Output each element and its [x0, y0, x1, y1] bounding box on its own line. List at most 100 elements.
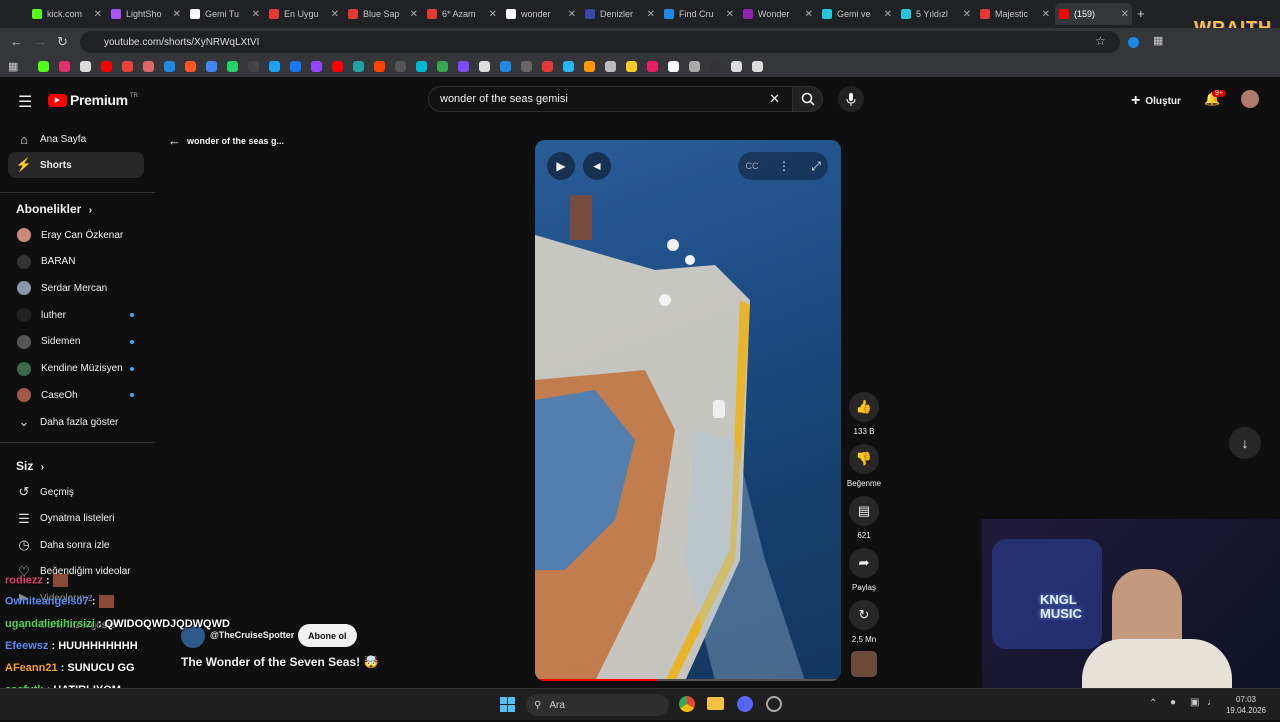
- sidebar-subscription-item[interactable]: CaseOh: [8, 382, 144, 408]
- tab-close-icon[interactable]: ✕: [489, 9, 497, 20]
- channel-name[interactable]: @TheCruiseSpotter: [210, 630, 294, 640]
- next-short-button[interactable]: ↓: [1229, 427, 1261, 459]
- bookmark-favicon-icon[interactable]: [647, 61, 658, 72]
- bookmark-favicon-icon[interactable]: [185, 61, 196, 72]
- bookmark-favicon-icon[interactable]: [479, 61, 490, 72]
- bookmark-favicon-icon[interactable]: [584, 61, 595, 72]
- bookmark-favicon-icon[interactable]: [521, 61, 532, 72]
- back-arrow-icon[interactable]: ←: [10, 34, 23, 49]
- subscriptions-header[interactable]: Abonelikler ›: [16, 202, 92, 216]
- browser-tab[interactable]: kick.com ✕: [28, 3, 105, 25]
- microphone-icon[interactable]: ●: [1170, 697, 1176, 708]
- address-bar[interactable]: youtube.com/shorts/XyNRWqLXtVI: [80, 31, 1120, 53]
- taskbar-search[interactable]: ⚲ Ara: [526, 694, 669, 716]
- bookmark-favicon-icon[interactable]: [38, 61, 49, 72]
- bookmark-favicon-icon[interactable]: [122, 61, 133, 72]
- bookmark-favicon-icon[interactable]: [437, 61, 448, 72]
- shorts-video-player[interactable]: ▶ ◄ CC ⋮ ⤢: [535, 140, 841, 681]
- browser-tab[interactable]: En Uygu ✕: [265, 3, 342, 25]
- app-icon[interactable]: [766, 696, 782, 712]
- comments-button[interactable]: ▤ 621: [849, 496, 879, 540]
- voice-search-button[interactable]: [838, 86, 864, 112]
- bookmark-favicon-icon[interactable]: [59, 61, 70, 72]
- chrome-icon[interactable]: [679, 696, 695, 712]
- browser-tab[interactable]: (159) ✕: [1055, 3, 1132, 25]
- tab-close-icon[interactable]: ✕: [1121, 9, 1129, 20]
- sidebar-subscription-item[interactable]: Kendine Müzisyen: [8, 356, 144, 382]
- bookmark-favicon-icon[interactable]: [668, 61, 679, 72]
- network-icon[interactable]: ▣: [1190, 697, 1199, 708]
- fullscreen-icon[interactable]: ⤢: [802, 152, 830, 180]
- progress-track[interactable]: [535, 679, 841, 681]
- puzzle-icon[interactable]: ▦: [1153, 34, 1163, 47]
- bookmark-favicon-icon[interactable]: [500, 61, 511, 72]
- bookmark-favicon-icon[interactable]: [143, 61, 154, 72]
- bookmark-favicon-icon[interactable]: [248, 61, 259, 72]
- like-button[interactable]: 👍 133 B: [849, 392, 879, 436]
- windows-start-icon[interactable]: [500, 697, 515, 712]
- star-icon[interactable]: ☆: [1095, 34, 1106, 48]
- sidebar-subscription-item[interactable]: Sidemen: [8, 329, 144, 355]
- browser-tab[interactable]: Wonder ✕: [739, 3, 816, 25]
- dislike-button[interactable]: 👎 Beğenme: [847, 444, 881, 488]
- file-explorer-icon[interactable]: [707, 697, 724, 710]
- bookmark-favicon-icon[interactable]: [290, 61, 301, 72]
- subscribe-button[interactable]: Abone ol: [298, 624, 357, 647]
- discord-icon[interactable]: [737, 696, 753, 712]
- avatar[interactable]: [1241, 90, 1259, 108]
- tab-close-icon[interactable]: ✕: [94, 9, 102, 20]
- play-button[interactable]: ▶: [547, 152, 575, 180]
- sidebar-subscription-item[interactable]: Serdar Mercan: [8, 275, 144, 301]
- browser-tab[interactable]: 5 Yıldızl ✕: [897, 3, 974, 25]
- tab-close-icon[interactable]: ✕: [331, 9, 339, 20]
- bookmark-favicon-icon[interactable]: [752, 61, 763, 72]
- sidebar-subscription-item[interactable]: luther: [8, 302, 144, 328]
- tab-close-icon[interactable]: ✕: [568, 9, 576, 20]
- bookmark-favicon-icon[interactable]: [416, 61, 427, 72]
- bookmark-favicon-icon[interactable]: [689, 61, 700, 72]
- tab-close-icon[interactable]: ✕: [1042, 9, 1050, 20]
- browser-tab[interactable]: 6* Azam ✕: [423, 3, 500, 25]
- search-input[interactable]: wonder of the seas gemisi ✕: [428, 86, 793, 112]
- bookmark-favicon-icon[interactable]: [311, 61, 322, 72]
- sidebar-item-home[interactable]: ⌂ Ana Sayfa: [8, 126, 144, 152]
- bookmark-favicon-icon[interactable]: [101, 61, 112, 72]
- share-button[interactable]: ➦ Paylaş: [849, 548, 879, 592]
- clear-search-icon[interactable]: ✕: [769, 91, 780, 107]
- remix-button[interactable]: ↻ 2,5 Mn: [849, 600, 879, 644]
- you-header[interactable]: Siz ›: [16, 459, 44, 473]
- browser-tab[interactable]: Blue Sap ✕: [344, 3, 421, 25]
- bookmark-favicon-icon[interactable]: [353, 61, 364, 72]
- tab-close-icon[interactable]: ✕: [963, 9, 971, 20]
- bookmark-favicon-icon[interactable]: [458, 61, 469, 72]
- browser-tab[interactable]: Denizler ✕: [581, 3, 658, 25]
- bookmark-favicon-icon[interactable]: [563, 61, 574, 72]
- sidebar-subscription-item[interactable]: BARAN: [8, 249, 144, 275]
- more-options-icon[interactable]: ⋮: [770, 152, 798, 180]
- tab-close-icon[interactable]: ✕: [173, 9, 181, 20]
- bookmark-favicon-icon[interactable]: [626, 61, 637, 72]
- bookmark-favicon-icon[interactable]: [374, 61, 385, 72]
- sound-thumbnail[interactable]: [851, 651, 877, 677]
- search-button[interactable]: [793, 86, 823, 112]
- browser-tab[interactable]: LightSho ✕: [107, 3, 184, 25]
- volume-button[interactable]: ◄: [583, 152, 611, 180]
- extension-icon[interactable]: [1128, 37, 1139, 48]
- bookmark-favicon-icon[interactable]: [332, 61, 343, 72]
- tab-close-icon[interactable]: ✕: [410, 9, 418, 20]
- tab-close-icon[interactable]: ✕: [647, 9, 655, 20]
- sidebar-item-shorts[interactable]: ⚡ Shorts: [8, 152, 144, 178]
- volume-icon[interactable]: ♩: [1207, 697, 1217, 708]
- bookmark-favicon-icon[interactable]: [80, 61, 91, 72]
- browser-tab[interactable]: Gemi Tu ✕: [186, 3, 263, 25]
- back-to-search-link[interactable]: ← wonder of the seas g...: [168, 133, 284, 148]
- apps-grid-icon[interactable]: ▦: [8, 60, 18, 73]
- chevron-up-icon[interactable]: ⌃: [1149, 698, 1157, 709]
- tab-close-icon[interactable]: ✕: [884, 9, 892, 20]
- sidebar-subscription-item[interactable]: Eray Can Özkenar: [8, 222, 144, 248]
- bookmark-favicon-icon[interactable]: [227, 61, 238, 72]
- sidebar-item-you[interactable]: ↺ Geçmiş: [8, 479, 144, 505]
- captions-icon[interactable]: CC: [738, 152, 766, 180]
- bookmark-favicon-icon[interactable]: [710, 61, 721, 72]
- tab-close-icon[interactable]: ✕: [805, 9, 813, 20]
